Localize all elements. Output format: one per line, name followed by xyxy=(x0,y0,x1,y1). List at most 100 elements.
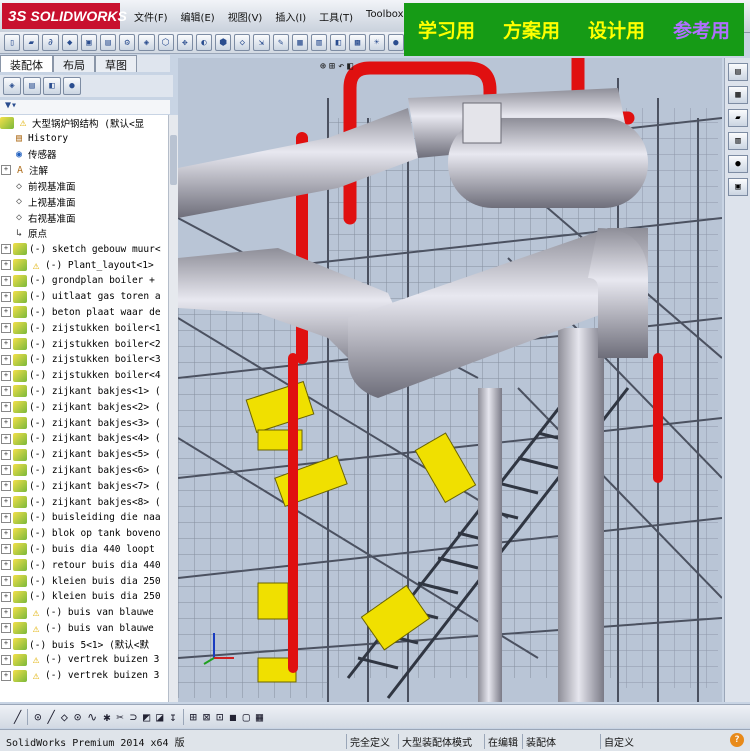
expand-icon[interactable]: + xyxy=(1,370,11,381)
print-icon[interactable]: ▤ xyxy=(99,34,117,51)
repair-sketch-icon[interactable]: ⊠ xyxy=(203,710,210,724)
expand-icon[interactable]: + xyxy=(1,402,11,413)
expand-icon[interactable]: + xyxy=(1,576,11,586)
expand-icon[interactable]: + xyxy=(1,639,11,650)
tree-item[interactable]: + (-) blok op tank boveno xyxy=(0,526,168,542)
solidworks-logo[interactable]: 3S SOLIDWORKS xyxy=(2,3,127,29)
tree-item[interactable]: + (-) zijkant bakjes<6> ( xyxy=(0,463,168,479)
trim-tool-icon[interactable]: ✂ xyxy=(116,710,123,724)
menu-insert[interactable]: 插入(I) xyxy=(275,9,306,24)
expand-icon[interactable]: + xyxy=(1,165,11,176)
tree-item[interactable]: + ⚠ (-) buis van blauwe xyxy=(0,621,168,637)
graphics-area[interactable] xyxy=(178,58,722,702)
line-tool-icon[interactable]: ╱ xyxy=(14,710,21,724)
rectangle-tool-icon[interactable]: ⊞ xyxy=(190,710,197,724)
grid-display-icon[interactable]: ▦ xyxy=(256,710,263,724)
expand-icon[interactable]: + xyxy=(1,544,11,555)
expand-icon[interactable]: + xyxy=(1,260,11,271)
tree-item[interactable]: + (-) zijkant bakjes<4> ( xyxy=(0,431,168,447)
wireframe-display-icon[interactable]: ▢ xyxy=(243,710,250,724)
tab-layout[interactable]: 布局 xyxy=(53,55,95,72)
offset-tool-icon[interactable]: ⊃ xyxy=(130,710,137,724)
file-explorer-icon[interactable]: ▰ xyxy=(728,109,748,127)
expand-icon[interactable]: + xyxy=(1,670,11,681)
bill-of-materials-icon[interactable]: ▥ xyxy=(311,34,328,51)
tree-item[interactable]: + (-) kleien buis dia 250 xyxy=(0,589,168,605)
expand-icon[interactable]: + xyxy=(1,623,11,634)
tree-item[interactable]: + ⚠ (-) vertrek buizen 3 xyxy=(0,668,168,684)
previous-view-icon[interactable]: ↶ xyxy=(338,61,344,72)
expand-icon[interactable]: + xyxy=(1,323,11,334)
tree-item[interactable]: + (-) buis 5<1> (默认<默 xyxy=(0,636,168,652)
tree-item[interactable]: ↳ 原点 xyxy=(0,226,168,242)
tab-assembly[interactable]: 装配体 xyxy=(0,55,53,72)
tree-item[interactable]: ▤ History xyxy=(0,131,168,147)
tree-item[interactable]: + (-) zijkant bakjes<7> ( xyxy=(0,478,168,494)
zoom-to-fit-icon[interactable]: ⊕ xyxy=(320,61,326,72)
menu-view[interactable]: 视图(V) xyxy=(228,9,263,24)
section-view-icon[interactable]: ◧ xyxy=(330,34,347,51)
tree-scrollbar[interactable] xyxy=(168,115,178,702)
ellipse-tool-icon[interactable]: ⊙ xyxy=(74,710,81,724)
expand-icon[interactable]: + xyxy=(1,244,11,255)
tree-item[interactable]: + ⚠ (-) vertrek buizen 3 xyxy=(0,652,168,668)
rebuild-icon[interactable]: ◆ xyxy=(61,34,78,51)
instant3d-icon[interactable]: ▦ xyxy=(291,34,308,51)
arc-tool-icon[interactable]: ╱ xyxy=(47,710,54,724)
point-tool-icon[interactable]: ✱ xyxy=(103,710,110,724)
configuration-manager-icon[interactable]: ◧ xyxy=(43,77,61,95)
mirror-tool-icon[interactable]: ◩ xyxy=(143,710,150,724)
expand-icon[interactable]: + xyxy=(1,512,11,523)
tree-item[interactable]: + (-) zijkant bakjes<8> ( xyxy=(0,494,168,510)
help-icon[interactable]: ? xyxy=(730,733,744,747)
tree-item[interactable]: + ⚠ (-) buis van blauwe xyxy=(0,605,168,621)
tree-item[interactable]: + (-) buis dia 440 loopt xyxy=(0,542,168,558)
assembly-features-icon[interactable]: ⬢ xyxy=(215,34,232,51)
expand-icon[interactable]: + xyxy=(1,607,11,618)
tree-item[interactable]: ◉ 传感器 xyxy=(0,147,168,163)
mate-icon[interactable]: ⬡ xyxy=(157,34,174,51)
expand-icon[interactable]: + xyxy=(1,654,11,665)
tab-sketch[interactable]: 草图 xyxy=(95,55,137,72)
tree-item[interactable]: + (-) zijstukken boiler<4 xyxy=(0,368,168,384)
tree-item[interactable]: + (-) kleien buis dia 250 xyxy=(0,573,168,589)
filter-icon[interactable]: ▼▾ xyxy=(0,100,170,114)
expand-icon[interactable]: + xyxy=(1,339,11,350)
tree-item[interactable]: + (-) zijstukken boiler<3 xyxy=(0,352,168,368)
open-folder-icon[interactable]: ▰ xyxy=(23,34,40,51)
display-style-icon[interactable]: ▩ xyxy=(349,34,366,51)
custom-properties-icon[interactable]: ▣ xyxy=(728,178,748,196)
property-manager-icon[interactable]: ▤ xyxy=(23,77,41,95)
component-icon[interactable]: ◈ xyxy=(138,34,155,51)
lighting-icon[interactable]: ☀ xyxy=(368,34,385,51)
appearances-icon[interactable]: ● xyxy=(728,155,748,173)
tree-item[interactable]: + A 注解 xyxy=(0,162,168,178)
save-icon[interactable]: ▣ xyxy=(80,34,97,51)
tree-item[interactable]: ◇ 上视基准面 xyxy=(0,194,168,210)
explode-view-icon[interactable]: ⇲ xyxy=(253,34,270,51)
appearance-manager-icon[interactable]: ● xyxy=(63,77,81,95)
spline-tool-icon[interactable]: ∿ xyxy=(87,710,97,724)
section-view-hud-icon[interactable]: ◧ xyxy=(347,61,353,72)
menu-edit[interactable]: 编辑(E) xyxy=(181,9,215,24)
expand-icon[interactable]: + xyxy=(1,307,11,318)
scrollbar-thumb[interactable] xyxy=(170,135,177,185)
expand-icon[interactable]: + xyxy=(1,481,11,492)
new-document-icon[interactable]: ▯ xyxy=(4,34,21,51)
view-palette-icon[interactable]: ▥ xyxy=(728,132,748,150)
expand-icon[interactable]: + xyxy=(1,560,11,571)
smart-fasteners-icon[interactable]: ✎ xyxy=(272,34,289,51)
menu-toolbox[interactable]: Toolbox xyxy=(366,9,404,24)
shaded-display-icon[interactable]: ◼ xyxy=(229,710,236,724)
appearance-icon[interactable]: ● xyxy=(387,34,404,51)
tree-item[interactable]: + (-) zijkant bakjes<3> ( xyxy=(0,415,168,431)
resources-icon[interactable]: ▤ xyxy=(728,63,748,81)
polygon-tool-icon[interactable]: ◇ xyxy=(61,710,68,724)
expand-icon[interactable]: + xyxy=(1,275,11,286)
relation-tool-icon[interactable]: ↧ xyxy=(169,710,176,724)
paperclip-icon[interactable]: ∂ xyxy=(42,34,59,51)
zoom-area-icon[interactable]: ⊞ xyxy=(329,61,335,72)
menu-tools[interactable]: 工具(T) xyxy=(319,9,353,24)
tree-root[interactable]: ⚠ 大型锅炉钢结构 (默认<显 xyxy=(0,115,168,131)
menu-file[interactable]: 文件(F) xyxy=(134,9,168,24)
